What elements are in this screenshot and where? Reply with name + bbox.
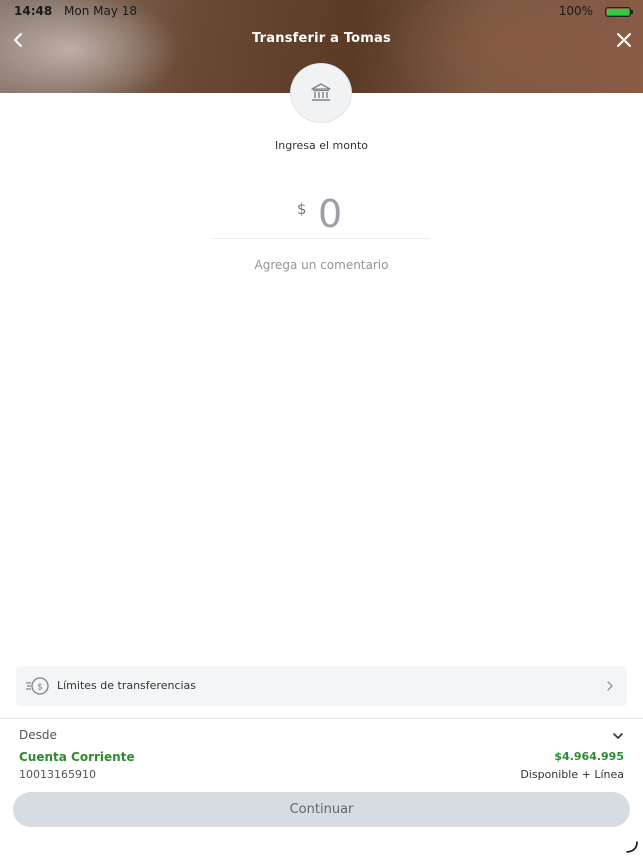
continue-button[interactable]: Continuar	[13, 792, 630, 827]
transfer-limits-row[interactable]: $ Límites de transferencias	[16, 666, 627, 706]
close-button[interactable]	[613, 29, 635, 51]
battery-icon	[605, 7, 633, 17]
account-balance: $4.964.995	[554, 750, 624, 763]
transfer-limits-label: Límites de transferencias	[57, 679, 197, 692]
loading-spinner-icon	[626, 841, 638, 853]
amount-prompt: Ingresa el monto	[275, 139, 368, 152]
section-divider	[0, 718, 643, 719]
svg-text:$: $	[37, 683, 43, 693]
amount-input[interactable]: 0	[318, 192, 342, 236]
amount-underline	[213, 238, 430, 239]
status-time: 14:48	[14, 4, 53, 18]
account-name[interactable]: Cuenta Corriente	[19, 750, 135, 764]
status-bar: 14:48 Mon May 18 100%	[14, 4, 633, 20]
chevron-down-icon[interactable]	[611, 730, 625, 742]
bank-icon	[311, 83, 331, 101]
source-account-label: Desde	[19, 728, 57, 742]
close-icon	[617, 33, 631, 47]
money-speed-icon: $	[26, 677, 49, 695]
balance-label: Disponible + Línea	[520, 768, 624, 781]
chevron-right-icon	[607, 681, 613, 691]
account-number: 10013165910	[19, 768, 96, 781]
currency-symbol: $	[297, 200, 307, 218]
page-title: Transferir a Tomas	[252, 31, 391, 46]
status-date: Mon May 18	[64, 4, 138, 18]
bank-avatar	[290, 63, 352, 123]
comment-input[interactable]: Agrega un comentario	[0, 258, 643, 272]
battery-percent: 100%	[558, 4, 593, 18]
